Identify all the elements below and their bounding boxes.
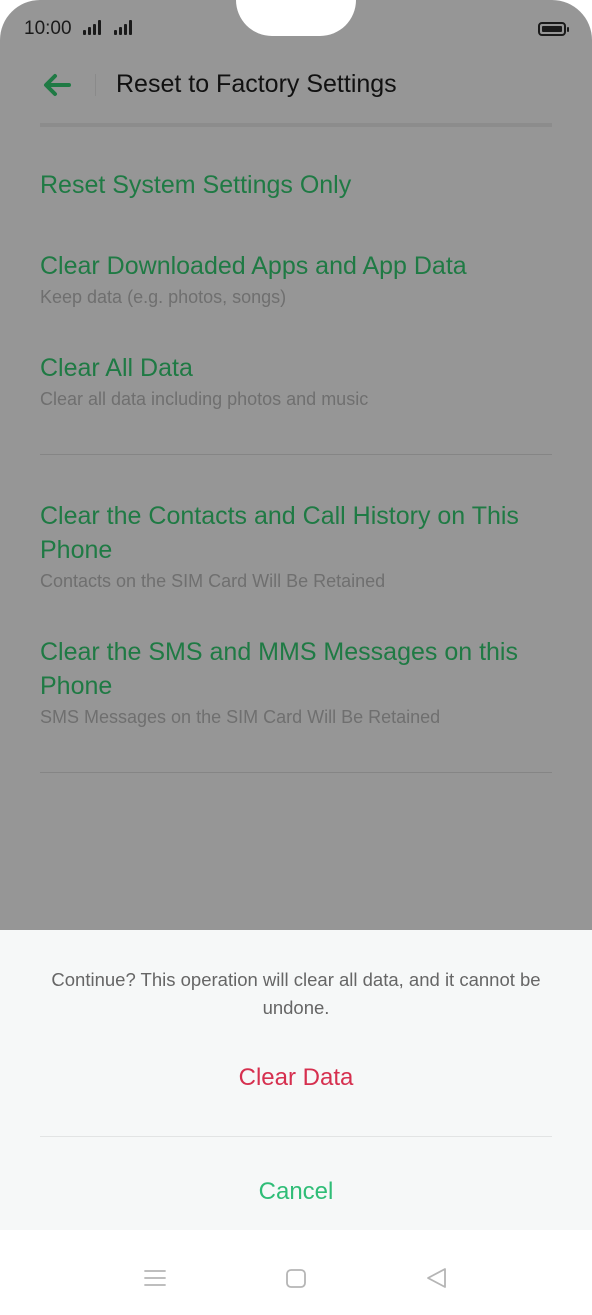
option-label: Clear Downloaded Apps and App Data xyxy=(40,252,467,280)
option-clear-messages[interactable]: Clear the SMS and MMS Messages on this P… xyxy=(40,635,552,729)
title-separator xyxy=(95,74,96,96)
option-description: Contacts on the SIM Card Will Be Retaine… xyxy=(40,571,386,591)
signal-icon xyxy=(114,20,132,35)
section-divider xyxy=(40,454,552,455)
option-description: Clear all data including photos and musi… xyxy=(40,389,369,409)
option-label: Clear the SMS and MMS Messages on this P… xyxy=(40,638,518,700)
option-label: Clear the Contacts and Call History on T… xyxy=(40,502,519,564)
settings-page: 10:00 Reset to Factory Settings Reset Sy… xyxy=(0,0,592,930)
option-reset-system-settings[interactable]: Reset System Settings Only xyxy=(40,168,552,202)
header-divider xyxy=(40,123,552,127)
section-divider xyxy=(40,772,552,773)
back-arrow-icon xyxy=(44,74,71,96)
back-triangle-icon xyxy=(427,1268,446,1288)
confirm-message: Continue? This operation will clear all … xyxy=(51,969,541,1018)
option-description: SMS Messages on the SIM Card Will Be Ret… xyxy=(40,707,441,727)
option-clear-contacts[interactable]: Clear the Contacts and Call History on T… xyxy=(40,499,552,593)
page-title: Reset to Factory Settings xyxy=(116,70,397,98)
status-time: 10:00 xyxy=(24,18,72,39)
screen: 10:00 Reset to Factory Settings Reset Sy… xyxy=(0,0,592,1315)
home-button[interactable] xyxy=(276,1258,316,1298)
back-nav-button[interactable] xyxy=(417,1258,457,1298)
option-label: Reset System Settings Only xyxy=(40,171,352,199)
status-bar: 10:00 xyxy=(0,0,592,60)
back-button[interactable] xyxy=(40,70,74,100)
option-clear-apps-data[interactable]: Clear Downloaded Apps and App Data Keep … xyxy=(40,249,552,309)
sheet-divider xyxy=(40,1136,552,1137)
option-description: Keep data (e.g. photos, songs) xyxy=(40,287,287,307)
cancel-button[interactable]: Cancel xyxy=(40,1170,552,1214)
home-icon xyxy=(286,1269,306,1288)
clear-data-button[interactable]: Clear Data xyxy=(40,1056,552,1100)
confirm-sheet: Continue? This operation will clear all … xyxy=(0,930,592,1230)
signal-icon xyxy=(83,20,101,35)
option-clear-all-data[interactable]: Clear All Data Clear all data including … xyxy=(40,351,552,411)
navigation-bar xyxy=(0,1230,592,1315)
battery-icon xyxy=(538,22,569,36)
recents-button[interactable] xyxy=(135,1258,175,1298)
option-label: Clear All Data xyxy=(40,354,193,382)
menu-icon xyxy=(144,1270,166,1286)
